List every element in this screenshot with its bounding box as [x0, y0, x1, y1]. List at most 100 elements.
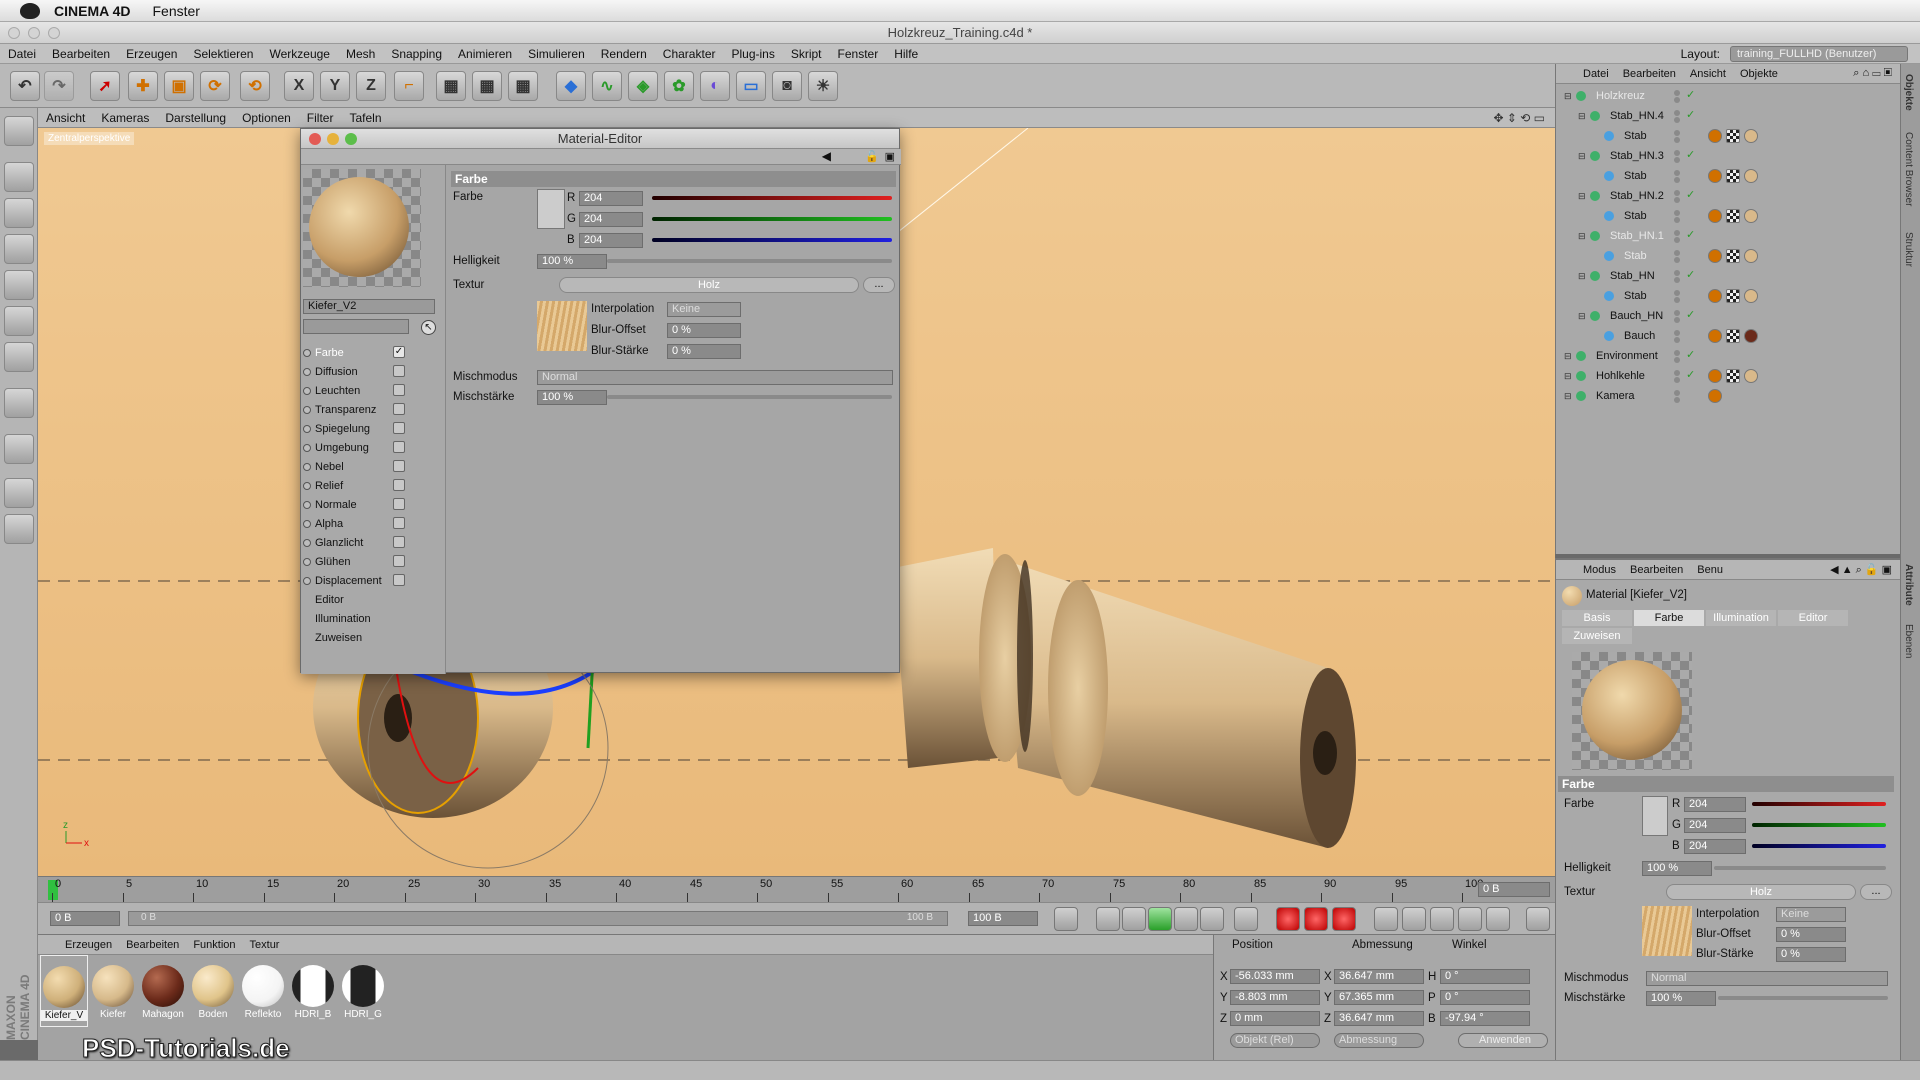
texture-tag-icon[interactable] — [1744, 289, 1758, 303]
uvw-tag-icon[interactable] — [1726, 249, 1740, 263]
channel-radio[interactable] — [303, 519, 311, 528]
menu-datei[interactable]: Datei — [0, 47, 44, 61]
size-z-field[interactable]: 36.647 mm — [1334, 1011, 1424, 1026]
textur-more-button[interactable]: ... — [863, 277, 895, 293]
object-row[interactable]: ⊟ Kamera — [1556, 386, 1901, 406]
attr-b-field[interactable]: 204 — [1684, 839, 1746, 854]
channel-radio[interactable] — [303, 405, 311, 414]
mat-menu-erzeugen[interactable]: Erzeugen — [58, 939, 119, 951]
viewport-nav-icons[interactable]: ✥ ⇕ ⟲ ▭ — [1493, 111, 1545, 125]
b-slider[interactable] — [652, 238, 892, 242]
play-icon[interactable] — [1148, 907, 1172, 931]
object-row[interactable]: ⊟ Holzkreuz ✓ — [1556, 86, 1901, 106]
pick-material-icon[interactable]: ↖ — [421, 320, 436, 335]
material-item[interactable]: Boden — [190, 955, 238, 1027]
key-selection-icon[interactable] — [1332, 907, 1356, 931]
material-item[interactable]: Kiefer_V — [40, 955, 88, 1027]
uvw-tag-icon[interactable] — [1726, 329, 1740, 343]
phong-tag-icon[interactable] — [1708, 249, 1722, 263]
channel-illumination[interactable]: Illumination — [315, 609, 371, 628]
tab-attribute[interactable]: Attribute — [1903, 564, 1914, 606]
visibility-render-dot[interactable] — [1674, 357, 1680, 363]
make-editable-icon[interactable] — [4, 116, 34, 146]
expand-icon[interactable]: ⊟ — [1578, 191, 1586, 202]
blur-offset-field[interactable]: 0 % — [667, 323, 741, 338]
window-zoom-button[interactable] — [48, 27, 60, 39]
material-item[interactable]: Kiefer — [90, 955, 138, 1027]
app-menu[interactable]: CINEMA 4D — [54, 3, 131, 19]
enabled-check-icon[interactable]: ✓ — [1686, 348, 1695, 361]
attr-helligkeit-slider[interactable] — [1714, 866, 1886, 870]
attr-mischmodus-select[interactable]: Normal — [1646, 971, 1888, 986]
helligkeit-field[interactable]: 100 % — [537, 254, 607, 269]
start-frame-field[interactable]: 0 B — [50, 911, 120, 926]
deformer-icon[interactable]: ◐ — [700, 71, 730, 101]
channel-nebel[interactable]: Nebel — [303, 457, 405, 476]
object-row[interactable]: ⊟ Stab_HN.2 ✓ — [1556, 186, 1901, 206]
undo-icon[interactable]: ↶ — [10, 71, 40, 101]
channel-radio[interactable] — [303, 367, 311, 376]
g-slider[interactable] — [652, 217, 892, 221]
pos-y-field[interactable]: -8.803 mm — [1230, 990, 1320, 1005]
visibility-editor-dot[interactable] — [1674, 270, 1680, 276]
attr-mischstaerke-slider[interactable] — [1718, 996, 1888, 1000]
vp-menu-kameras[interactable]: Kameras — [93, 111, 157, 125]
range-slider[interactable]: 0 B 100 B — [128, 911, 948, 926]
g-field[interactable]: 204 — [579, 212, 643, 227]
visibility-editor-dot[interactable] — [1674, 230, 1680, 236]
channel-gluehen[interactable]: Glühen — [303, 552, 405, 571]
phong-tag-icon[interactable] — [1708, 129, 1722, 143]
visibility-render-dot[interactable] — [1674, 217, 1680, 223]
vp-menu-darstellung[interactable]: Darstellung — [157, 111, 234, 125]
attr-textur-button[interactable]: Holz — [1666, 884, 1856, 900]
attr-textur-more-button[interactable]: ... — [1860, 884, 1892, 900]
r-slider[interactable] — [652, 196, 892, 200]
attr-color-swatch[interactable] — [1642, 796, 1668, 836]
object-row[interactable]: Stab — [1556, 206, 1901, 226]
vp-menu-ansicht[interactable]: Ansicht — [38, 111, 93, 125]
visibility-render-dot[interactable] — [1674, 197, 1680, 203]
object-row[interactable]: ⊟ Stab_HN ✓ — [1556, 266, 1901, 286]
attr-tab-basis[interactable]: Basis — [1562, 610, 1632, 626]
attr-g-field[interactable]: 204 — [1684, 818, 1746, 833]
vp-menu-optionen[interactable]: Optionen — [234, 111, 299, 125]
texture-tag-icon[interactable] — [1744, 249, 1758, 263]
obj-panel-search-icon[interactable]: ⌕ ⌂ ▭ ▣ — [1853, 67, 1892, 80]
array-icon[interactable]: ✿ — [664, 71, 694, 101]
workplane-icon[interactable] — [4, 234, 34, 264]
uvw-tag-icon[interactable] — [1726, 369, 1740, 383]
channel-nebel-checkbox[interactable] — [393, 460, 405, 472]
channel-leuchten-checkbox[interactable] — [393, 384, 405, 396]
texture-tag-icon[interactable] — [1744, 129, 1758, 143]
channel-glanzlicht-checkbox[interactable] — [393, 536, 405, 548]
texture-tag-icon[interactable] — [1744, 329, 1758, 343]
mischmodus-select[interactable]: Normal — [537, 370, 893, 385]
mac-menu-fenster[interactable]: Fenster — [153, 3, 200, 19]
menu-erzeugen[interactable]: Erzeugen — [118, 47, 185, 61]
lock-workplane-icon[interactable] — [4, 514, 34, 544]
channel-radio[interactable] — [303, 424, 311, 433]
model-mode-icon[interactable] — [4, 162, 34, 192]
key-rotation-icon[interactable] — [1430, 907, 1454, 931]
uvw-tag-icon[interactable] — [1726, 169, 1740, 183]
nurbs-icon[interactable]: ◈ — [628, 71, 658, 101]
attr-menu-benutzer[interactable]: Benu — [1690, 564, 1730, 576]
attr-r-field[interactable]: 204 — [1684, 797, 1746, 812]
channel-leuchten[interactable]: Leuchten — [303, 381, 405, 400]
channel-relief[interactable]: Relief — [303, 476, 405, 495]
r-field[interactable]: 204 — [579, 191, 643, 206]
visibility-editor-dot[interactable] — [1674, 190, 1680, 196]
object-row[interactable]: Stab — [1556, 166, 1901, 186]
visibility-editor-dot[interactable] — [1674, 150, 1680, 156]
last-frame-icon[interactable] — [1234, 907, 1258, 931]
visibility-render-dot[interactable] — [1674, 317, 1680, 323]
me-zoom-button[interactable] — [345, 133, 357, 145]
object-row[interactable]: Stab — [1556, 246, 1901, 266]
new-window-icon[interactable]: ▣ — [885, 150, 895, 163]
object-row[interactable]: ⊟ Stab_HN.1 ✓ — [1556, 226, 1901, 246]
snap-icon[interactable] — [4, 478, 34, 508]
rot-p-field[interactable]: 0 ° — [1440, 990, 1530, 1005]
channel-farbe-checkbox[interactable]: ✓ — [393, 346, 405, 358]
object-row[interactable]: ⊟ Hohlkehle ✓ — [1556, 366, 1901, 386]
rotate-icon[interactable]: ⟳ — [200, 71, 230, 101]
